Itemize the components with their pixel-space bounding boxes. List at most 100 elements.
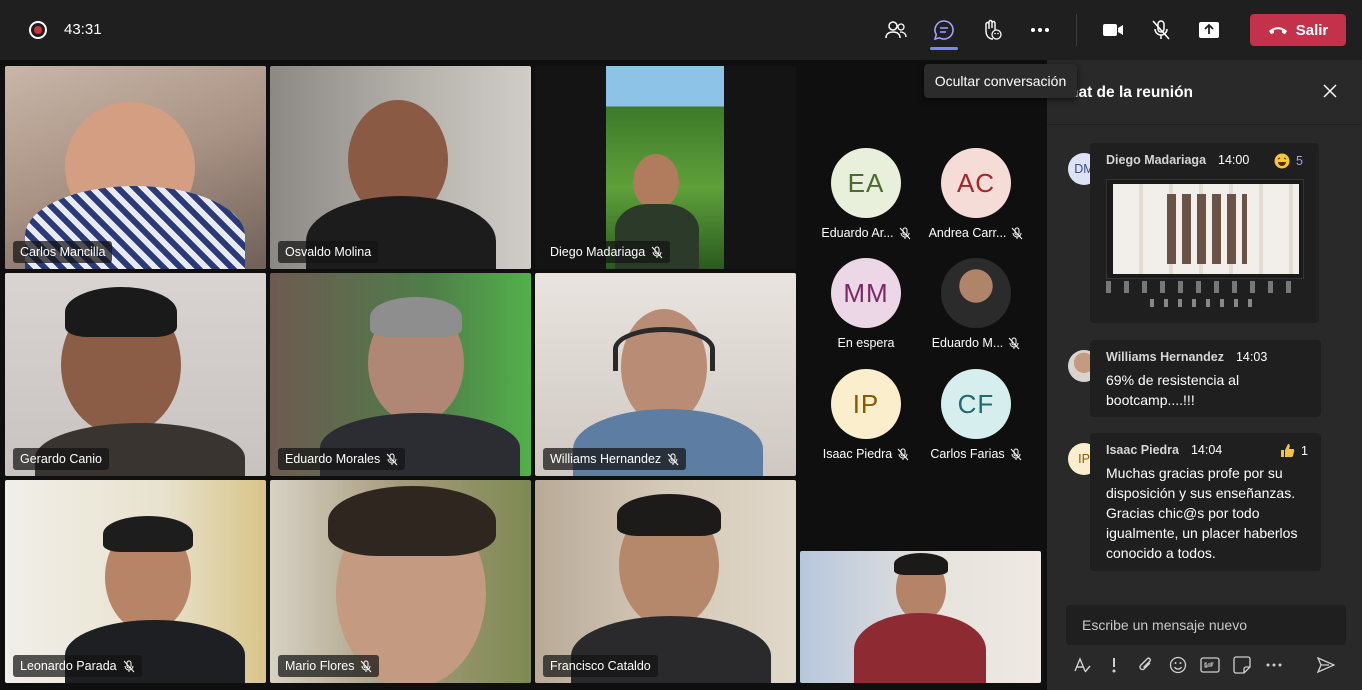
chat-message[interactable]: Diego Madariaga 14:00 5	[1090, 143, 1319, 323]
thumbs-up-emoji-icon	[1281, 444, 1295, 457]
roster-name: Eduardo Ar...	[821, 226, 894, 240]
leave-button[interactable]: Salir	[1250, 14, 1346, 46]
emoji-button[interactable]	[1167, 654, 1189, 676]
participant-label: Osvaldo Molina	[278, 241, 379, 263]
mic-off-icon	[361, 660, 372, 672]
roster-item-en-espera[interactable]: MM En espera	[811, 258, 921, 350]
more-icon	[1031, 28, 1049, 32]
video-tile-mario-flores[interactable]: Mario Flores	[270, 480, 531, 683]
send-icon	[1317, 657, 1335, 673]
attach-icon	[1139, 657, 1151, 671]
format-button[interactable]	[1071, 654, 1093, 676]
roster-item-andrea-carr[interactable]: AC Andrea Carr...	[921, 148, 1031, 240]
more-compose-options-button[interactable]	[1263, 654, 1285, 676]
video-tile-gerardo-canio[interactable]: Gerardo Canio	[5, 273, 266, 476]
roster-name: En espera	[837, 336, 895, 350]
send-button[interactable]	[1315, 654, 1337, 676]
video-tile-leonardo-parada[interactable]: Leonardo Parada	[5, 480, 266, 683]
avatar: AC	[941, 148, 1011, 218]
chat-message[interactable]: Isaac Piedra 14:04 1 Muchas gracias profe…	[1090, 433, 1321, 571]
video-tile-carlos-mancilla[interactable]: Carlos Mancilla	[5, 66, 266, 269]
video-tile-osvaldo-molina[interactable]: Osvaldo Molina	[270, 66, 531, 269]
roster-name: Carlos Farias	[930, 447, 1005, 461]
roster-item-isaac-piedra[interactable]: IP Isaac Piedra	[811, 369, 921, 461]
format-icon	[1074, 657, 1091, 673]
reaction-badge[interactable]: 1	[1280, 443, 1308, 458]
chat-title: hat de la reunión	[1069, 84, 1194, 101]
mic-off-icon	[1010, 448, 1022, 460]
reactions-button[interactable]	[975, 14, 1009, 46]
participant-label: Francisco Cataldo	[543, 655, 658, 677]
gif-button[interactable]	[1199, 654, 1221, 676]
mic-off-icon	[123, 660, 134, 672]
participant-label: Williams Hernandez	[543, 448, 687, 470]
mic-off-icon	[386, 453, 398, 465]
message-author: Williams Hernandez	[1106, 350, 1224, 364]
meeting-chat-panel: hat de la reunión DM Diego Madariaga 14:0…	[1047, 60, 1362, 690]
shared-screenshot-image[interactable]	[1106, 179, 1304, 279]
gif-icon	[1200, 657, 1220, 673]
sticker-button[interactable]	[1231, 654, 1253, 676]
message-text: 69% de resistencia al bootcamp....!!!	[1106, 372, 1240, 408]
more-icon	[1266, 663, 1282, 667]
microphone-button[interactable]	[1144, 14, 1178, 46]
participant-label: Diego Madariaga	[543, 241, 671, 263]
share-icon	[1199, 22, 1219, 38]
screenshot-roster-strip	[1106, 281, 1304, 293]
leave-label: Salir	[1295, 21, 1329, 39]
more-options-button[interactable]	[1023, 14, 1057, 46]
close-icon[interactable]	[1321, 82, 1339, 100]
avatar: IP	[831, 369, 901, 439]
mic-off-icon	[1008, 337, 1020, 349]
reactions-icon	[985, 19, 1002, 40]
chat-button[interactable]	[927, 14, 961, 50]
video-tile-francisco-cataldo[interactable]: Francisco Cataldo	[535, 480, 796, 683]
avatar: MM	[831, 258, 901, 328]
people-icon	[885, 21, 907, 39]
chat-divider	[1047, 124, 1362, 125]
toolbar-divider	[1076, 14, 1077, 46]
important-button[interactable]	[1103, 654, 1125, 676]
roster-item-eduardo-m[interactable]: Eduardo M...	[921, 258, 1031, 350]
mic-off-icon	[899, 227, 911, 239]
participant-label: Eduardo Morales	[278, 448, 406, 470]
roster-name: Andrea Carr...	[928, 226, 1007, 240]
compose-message-input[interactable]: Escribe un mensaje nuevo	[1066, 605, 1346, 645]
video-tile-diego-madariaga[interactable]: Diego Madariaga	[535, 66, 796, 269]
hide-chat-tooltip: Ocultar conversación	[924, 64, 1077, 98]
meeting-toolbar: 43:31 Salir	[0, 0, 1362, 60]
mic-off-icon	[1152, 20, 1170, 40]
message-author: Diego Madariaga	[1106, 153, 1207, 167]
laugh-emoji-icon	[1274, 153, 1290, 169]
roster-item-eduardo-ar[interactable]: EA Eduardo Ar...	[811, 148, 921, 240]
participant-label: Carlos Mancilla	[13, 241, 113, 263]
video-tile-eduardo-morales[interactable]: Eduardo Morales	[270, 273, 531, 476]
video-tile-williams-hernandez[interactable]: Williams Hernandez	[535, 273, 796, 476]
self-video-preview[interactable]	[800, 551, 1041, 683]
reaction-badge[interactable]: 5	[1274, 153, 1303, 169]
message-time: 14:00	[1218, 153, 1250, 167]
mic-off-icon	[651, 246, 663, 258]
message-author: Isaac Piedra	[1106, 443, 1179, 457]
message-time: 14:03	[1235, 350, 1268, 364]
emoji-icon	[1169, 656, 1187, 674]
sticker-icon	[1233, 656, 1251, 674]
participants-button[interactable]	[879, 14, 913, 46]
chat-message[interactable]: Williams Hernandez 14:03 69% de resistenc…	[1090, 340, 1321, 417]
avatar: EA	[831, 148, 901, 218]
message-time: 14:04	[1190, 443, 1223, 457]
meeting-timer: 43:31	[64, 21, 102, 38]
record-icon	[29, 21, 47, 39]
important-icon	[1112, 658, 1116, 673]
avatar	[941, 258, 1011, 328]
camera-button[interactable]	[1096, 14, 1130, 46]
screenshot-toolbar-strip	[1150, 299, 1260, 307]
share-screen-button[interactable]	[1192, 14, 1226, 46]
phone-icon	[1268, 27, 1287, 34]
mic-off-icon	[667, 453, 679, 465]
attach-button[interactable]	[1135, 654, 1157, 676]
roster-item-carlos-farias[interactable]: CF Carlos Farias	[921, 369, 1031, 461]
mic-off-icon	[1012, 227, 1023, 239]
camera-icon	[1103, 24, 1123, 36]
roster-name: Eduardo M...	[931, 336, 1004, 350]
